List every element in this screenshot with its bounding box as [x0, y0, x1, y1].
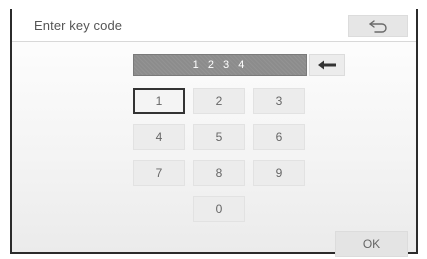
backspace-button[interactable] — [309, 54, 345, 76]
return-arrow-icon — [369, 20, 387, 33]
header-bar: Enter key code — [12, 9, 416, 42]
key-4[interactable]: 4 — [133, 124, 185, 150]
key-3[interactable]: 3 — [253, 88, 305, 114]
page-title: Enter key code — [34, 18, 123, 33]
back-button[interactable] — [348, 15, 408, 37]
left-arrow-icon — [318, 60, 336, 70]
key-5[interactable]: 5 — [193, 124, 245, 150]
key-0[interactable]: 0 — [193, 196, 245, 222]
key-9[interactable]: 9 — [253, 160, 305, 186]
key-1[interactable]: 1 — [133, 88, 185, 114]
code-display-value: 1 2 3 4 — [192, 59, 248, 71]
ok-button[interactable]: OK — [335, 231, 408, 257]
keycode-screen: Enter key code 1 2 3 4 1 2 3 4 5 6 7 8 9… — [10, 9, 418, 257]
code-display: 1 2 3 4 — [133, 54, 307, 76]
key-7[interactable]: 7 — [133, 160, 185, 186]
key-6[interactable]: 6 — [253, 124, 305, 150]
key-8[interactable]: 8 — [193, 160, 245, 186]
key-2[interactable]: 2 — [193, 88, 245, 114]
